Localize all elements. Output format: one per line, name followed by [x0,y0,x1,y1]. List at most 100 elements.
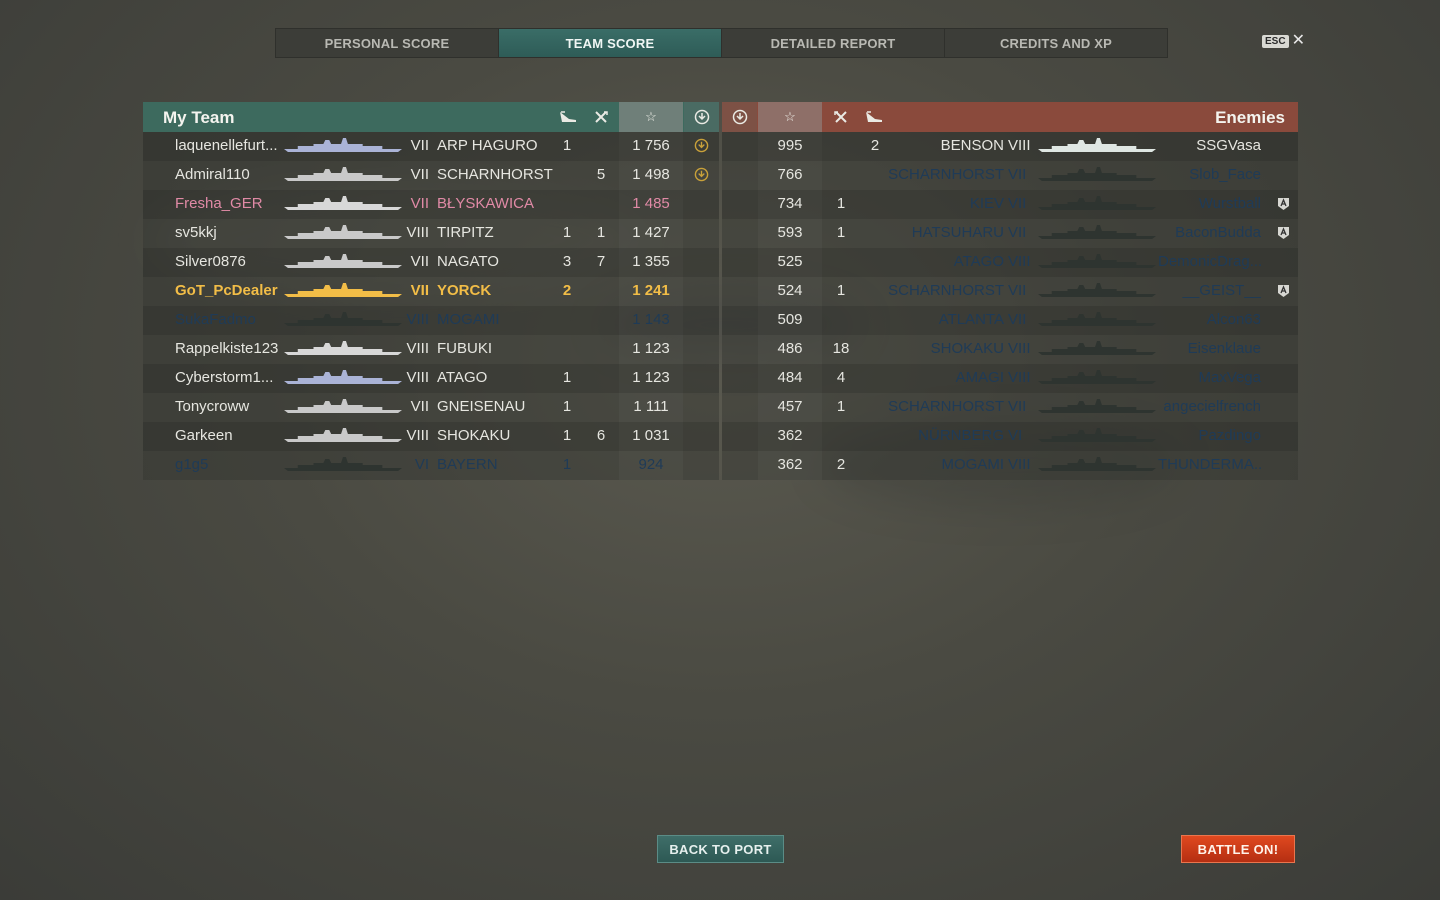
table-row[interactable]: SukaFadmo VIII MOGAMI 1 143 [143,306,719,335]
tab-personal-score[interactable]: PERSONAL SCORE [276,29,499,57]
ship-tier: VII [410,253,429,270]
table-row[interactable]: GoT_PcDealer VII YORCK 2 1 241 [143,277,719,306]
player-name: laquenellefurt... [175,137,278,154]
table-row[interactable]: Admiral110 VII SCHARNHORST 5 1 498 [143,161,719,190]
ship-name: ARP HAGURO [437,137,538,154]
player-name: g1g5 [175,456,209,473]
ship-name: AMAGI [955,369,1004,386]
ship-tier: VIII [406,369,429,386]
player-name: Rappelkiste123 [175,340,279,357]
ship-name: GNEISENAU [437,398,526,415]
ship-tier: VI [1008,427,1023,444]
ship-silhouette-icon [1038,340,1156,360]
table-row[interactable]: 486 18 SHOKAKU VIII Eisenklaue [722,335,1298,364]
ship-name: ATAGO [953,253,1004,270]
ship-silhouette-icon [284,369,402,389]
medal-icon [694,167,709,182]
ships-destroyed-count: 1 [596,224,606,241]
battle-on-button[interactable]: BATTLE ON! [1181,835,1295,863]
tab-detailed-report[interactable]: DETAILED REPORT [722,29,945,57]
close-button[interactable]: ESC ✕ [1262,32,1305,49]
ship-name: SHOKAKU [930,340,1004,357]
ship-tier: VIII [1008,456,1031,473]
ship-silhouette-icon [284,456,402,476]
table-row[interactable]: 457 1 SCHARNHORST VII angecielfrench [722,393,1298,422]
table-row[interactable]: 484 4 AMAGI VIII MaxVega [722,364,1298,393]
ship-silhouette-icon [1038,224,1156,244]
ships-destroyed-count: 2 [836,456,846,473]
ship-name: BAYERN [437,456,498,473]
player-name: Slob_Face [1189,166,1261,183]
base-xp-value: 1 498 [632,166,670,183]
ship-silhouette-icon [284,398,402,418]
table-row[interactable]: 509 ATLANTA VII Alcon63 [722,306,1298,335]
table-row[interactable]: 734 1 KIEV VII Wurstball [722,190,1298,219]
table-row[interactable]: Silver0876 VII NAGATO 3 7 1 355 [143,248,719,277]
ship-tier: VII [410,166,429,183]
table-row[interactable]: 362 2 MOGAMI VIII THUNDERMA... [722,451,1298,480]
player-name: Garkeen [175,427,233,444]
table-row[interactable]: Rappelkiste123 VIII FUBUKI 1 123 [143,335,719,364]
ship-silhouette-icon [284,311,402,331]
ship-name: NAGATO [437,253,499,270]
rank-medal-icon [722,102,757,132]
ship-name: SCHARNHORST [888,166,1004,183]
ship-tier: VII [410,282,429,299]
ship-tier: VII [1008,282,1027,299]
table-row[interactable]: Fresha_GER VII BŁYSKAWICA 1 485 [143,190,719,219]
base-xp-value: 1 485 [632,195,670,212]
close-icon: ✕ [1291,32,1305,49]
player-name: MaxVega [1198,369,1261,386]
ship-name: SCHARNHORST [888,398,1004,415]
ship-name: FUBUKI [437,340,493,357]
ship-silhouette-icon [284,253,402,273]
ship-tier: VIII [406,427,429,444]
planes-destroyed-count: 1 [562,224,572,241]
table-row[interactable]: g1g5 VI BAYERN 1 924 [143,451,719,480]
table-row[interactable]: Garkeen VIII SHOKAKU 1 6 1 031 [143,422,719,451]
table-row[interactable]: 525 ATAGO VIII DemonicDrag... [722,248,1298,277]
planes-destroyed-icon [859,102,889,132]
table-row[interactable]: 766 SCHARNHORST VII Slob_Face [722,161,1298,190]
ship-silhouette-icon [284,427,402,447]
ship-tier: VII [1008,311,1027,328]
ships-destroyed-icon [826,102,856,132]
tab-team-score[interactable]: TEAM SCORE [499,29,722,57]
ship-silhouette-icon [284,137,402,157]
table-row[interactable]: 593 1 HATSUHARU VII BaconBudda [722,219,1298,248]
table-row[interactable]: Tonycroww VII GNEISENAU 1 1 111 [143,393,719,422]
ship-silhouette-icon [1038,456,1156,476]
table-row[interactable]: laquenellefurt... VII ARP HAGURO 1 1 756 [143,132,719,161]
ship-tier: VIII [1008,369,1031,386]
award-shield-icon [1277,197,1290,211]
ship-silhouette-icon [1038,282,1156,302]
ships-destroyed-count: 18 [832,340,850,357]
ship-tier: VIII [406,340,429,357]
table-row[interactable]: 524 1 SCHARNHORST VII __GEIST__ [722,277,1298,306]
ships-destroyed-count: 1 [836,224,846,241]
ship-tier: VII [410,137,429,154]
base-xp-value: 1 111 [633,398,669,415]
enemies-panel: ☆ Enemies 995 2 BENSON VIII SSGVasa 766 SCHARN… [722,102,1298,480]
tab-credits-and-xp[interactable]: CREDITS AND XP [945,29,1167,57]
base-xp-value: 484 [777,369,803,386]
ship-tier: VII [410,398,429,415]
ships-destroyed-count: 1 [836,398,846,415]
back-to-port-button[interactable]: BACK TO PORT [657,835,784,863]
enemy-rows: 995 2 BENSON VIII SSGVasa 766 SCHARNHORST VII Sl… [722,132,1298,480]
table-row[interactable]: Cyberstorm1... VIII ATAGO 1 1 123 [143,364,719,393]
table-row[interactable]: 362 NÜRNBERG VI Pazdingo [722,422,1298,451]
ship-silhouette-icon [284,224,402,244]
player-name: Admiral110 [175,166,250,183]
ships-destroyed-count: 1 [836,282,846,299]
base-xp-value: 593 [777,224,803,241]
ship-tier: VIII [1008,137,1031,154]
player-name: Cyberstorm1... [175,369,274,386]
base-xp-star-icon[interactable]: ☆ [758,102,822,132]
ship-name: YORCK [437,282,492,299]
table-row[interactable]: 995 2 BENSON VIII SSGVasa [722,132,1298,161]
table-row[interactable]: sv5kkj VIII TIRPITZ 1 1 1 427 [143,219,719,248]
player-name: THUNDERMA... [1158,456,1261,473]
base-xp-star-icon[interactable]: ☆ [619,102,683,132]
enemies-header: ☆ Enemies [722,102,1298,132]
